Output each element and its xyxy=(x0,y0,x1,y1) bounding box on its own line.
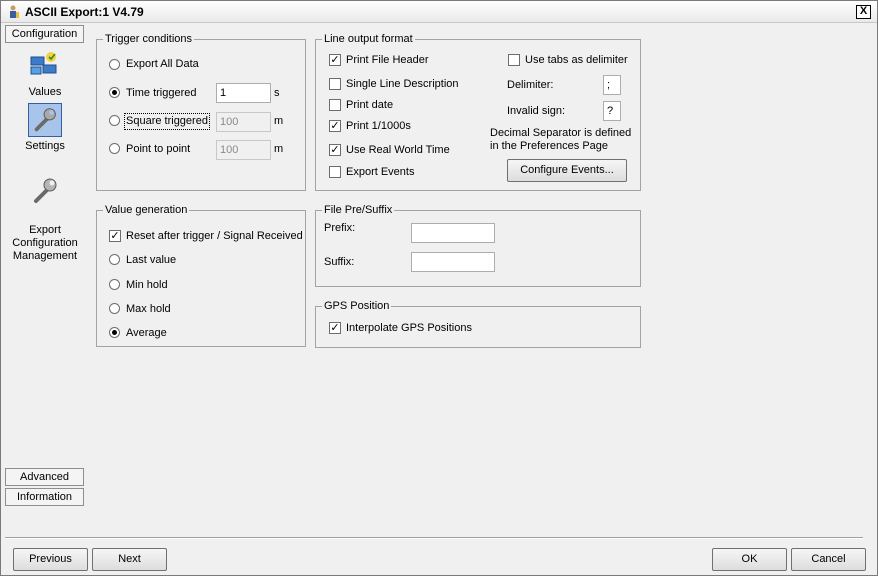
time-triggered-label: Time triggered xyxy=(126,87,197,99)
reset-after-trigger-checkbox[interactable]: ✓ xyxy=(109,230,121,242)
sidebar-item-values-label: Values xyxy=(28,86,62,98)
square-triggered-label: Square triggered xyxy=(124,113,210,130)
average-label: Average xyxy=(126,327,167,339)
time-triggered-radio[interactable] xyxy=(109,87,120,98)
use-tabs-label: Use tabs as delimiter xyxy=(525,54,628,66)
previous-button[interactable]: Previous xyxy=(13,548,88,571)
decimal-note-line1: Decimal Separator is defined xyxy=(490,127,632,139)
title-bar: ASCII Export:1 V4.79 X xyxy=(1,1,877,23)
interpolate-gps-label: Interpolate GPS Positions xyxy=(346,322,472,334)
sidebar-item-values[interactable]: Values xyxy=(6,49,84,99)
point-to-point-input[interactable]: 100 xyxy=(216,140,271,160)
square-triggered-radio[interactable] xyxy=(109,115,120,126)
values-icon xyxy=(30,52,57,75)
print-date-checkbox[interactable] xyxy=(329,99,341,111)
single-line-description-label: Single Line Description xyxy=(346,78,459,90)
export-events-checkbox[interactable] xyxy=(329,166,341,178)
footer-separator xyxy=(5,537,863,539)
point-to-point-radio[interactable] xyxy=(109,143,120,154)
sidebar-item-export-label: Export Configuration Management xyxy=(12,224,78,262)
wrench-icon xyxy=(34,178,57,203)
print-date-label: Print date xyxy=(346,99,394,111)
tab-configuration[interactable]: Configuration xyxy=(5,25,84,43)
export-events-label: Export Events xyxy=(346,166,415,178)
min-hold-label: Min hold xyxy=(126,279,168,291)
max-hold-label: Max hold xyxy=(126,303,171,315)
point-to-point-label: Point to point xyxy=(126,143,191,155)
print-1000s-checkbox[interactable]: ✓ xyxy=(329,120,341,132)
line-output-format-legend: Line output format xyxy=(322,32,415,46)
sidebar-item-settings[interactable]: Settings xyxy=(6,103,84,153)
invalid-sign-label: Invalid sign: xyxy=(507,105,566,117)
wrench-icon xyxy=(28,103,62,137)
prefix-input[interactable] xyxy=(411,223,495,243)
max-hold-radio[interactable] xyxy=(109,303,120,314)
tab-advanced[interactable]: Advanced xyxy=(5,468,84,486)
suffix-input[interactable] xyxy=(411,252,495,272)
close-icon: X xyxy=(859,5,868,17)
print-file-header-checkbox[interactable]: ✓ xyxy=(329,54,341,66)
prefix-label: Prefix: xyxy=(324,222,356,234)
cancel-button[interactable]: Cancel xyxy=(791,548,866,571)
average-radio[interactable] xyxy=(109,327,120,338)
use-real-world-time-label: Use Real World Time xyxy=(346,144,450,156)
export-all-label: Export All Data xyxy=(126,58,199,70)
last-value-label: Last value xyxy=(126,254,177,266)
window-title: ASCII Export:1 V4.79 xyxy=(25,5,144,19)
sidebar-item-export-configuration-management[interactable]: Export Configuration Management xyxy=(6,161,84,263)
reset-after-trigger-label: Reset after trigger / Signal Received xyxy=(126,230,303,242)
trigger-conditions-legend: Trigger conditions xyxy=(103,32,195,46)
square-triggered-input[interactable]: 100 xyxy=(216,112,271,132)
ascii-export-window: ASCII Export:1 V4.79 X Configuration Val… xyxy=(0,0,878,576)
time-triggered-input[interactable]: 1 xyxy=(216,83,271,103)
close-button[interactable]: X xyxy=(856,5,871,19)
print-1000s-label: Print 1/1000s xyxy=(346,120,411,132)
last-value-radio[interactable] xyxy=(109,254,120,265)
invalid-sign-input[interactable]: ? xyxy=(603,101,621,121)
gps-position-legend: GPS Position xyxy=(322,299,392,313)
interpolate-gps-checkbox[interactable]: ✓ xyxy=(329,322,341,334)
min-hold-radio[interactable] xyxy=(109,279,120,290)
value-generation-legend: Value generation xyxy=(103,203,190,217)
time-unit-label: s xyxy=(274,87,280,99)
suffix-label: Suffix: xyxy=(324,256,355,268)
file-pre-suffix-group: File Pre/Suffix xyxy=(315,203,641,287)
ok-button[interactable]: OK xyxy=(712,548,787,571)
app-icon xyxy=(10,5,19,18)
configure-events-button[interactable]: Configure Events... xyxy=(507,159,627,182)
point-unit-label: m xyxy=(274,143,284,155)
sidebar-item-settings-label: Settings xyxy=(25,140,65,152)
single-line-description-checkbox[interactable] xyxy=(329,78,341,90)
print-file-header-label: Print File Header xyxy=(346,54,429,66)
use-tabs-checkbox[interactable] xyxy=(508,54,520,66)
export-all-radio[interactable] xyxy=(109,59,120,70)
decimal-note-line2: in the Preferences Page xyxy=(490,140,609,152)
delimiter-input[interactable]: ; xyxy=(603,75,621,95)
file-pre-suffix-legend: File Pre/Suffix xyxy=(322,203,395,217)
delimiter-label: Delimiter: xyxy=(507,79,554,91)
next-button[interactable]: Next xyxy=(92,548,167,571)
square-unit-label: m xyxy=(274,115,284,127)
use-real-world-time-checkbox[interactable]: ✓ xyxy=(329,144,341,156)
tab-information[interactable]: Information xyxy=(5,488,84,506)
